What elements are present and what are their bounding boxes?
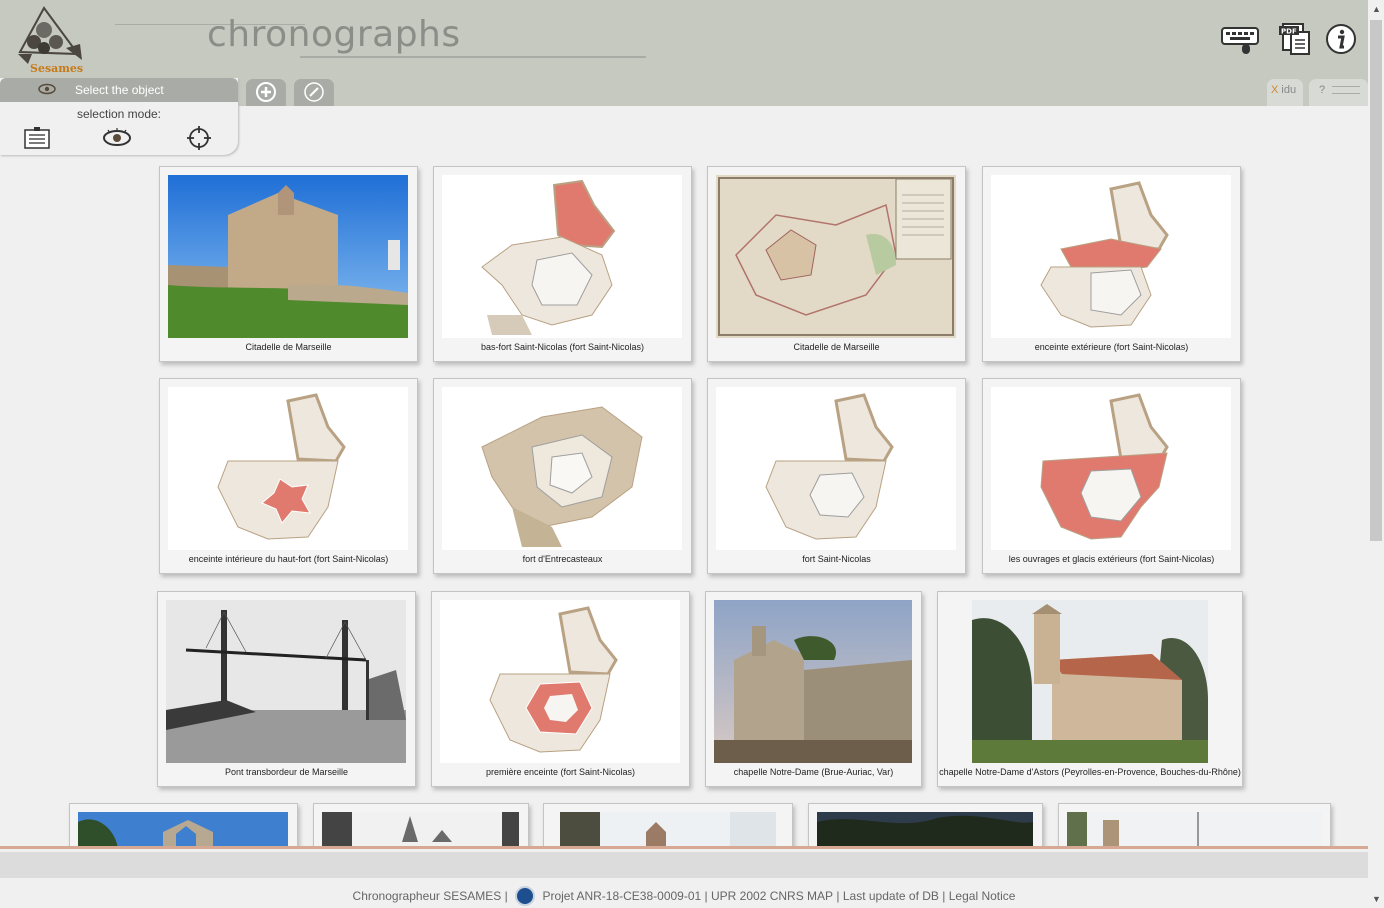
card-thumbnail bbox=[714, 600, 912, 763]
card-thumbnail bbox=[560, 812, 776, 846]
card-thumbnail bbox=[78, 812, 288, 846]
card-caption: enceinte extérieure (fort Saint-Nicolas) bbox=[1034, 342, 1189, 352]
object-card[interactable]: Citadelle de Marseille bbox=[707, 166, 966, 362]
card-caption: les ouvrages et glacis extérieurs (fort … bbox=[1008, 554, 1215, 564]
footer-separator: | bbox=[836, 889, 840, 903]
card-caption: fort d'Entrecasteaux bbox=[522, 554, 603, 564]
anr-logo-icon[interactable] bbox=[515, 886, 536, 906]
card-caption: Pont transbordeur de Marseille bbox=[224, 767, 349, 777]
footer-legal-link[interactable]: Legal Notice bbox=[949, 889, 1016, 903]
object-card[interactable] bbox=[313, 803, 529, 846]
card-thumbnail bbox=[168, 175, 408, 338]
card-thumbnail bbox=[817, 812, 1033, 846]
card-thumbnail bbox=[972, 600, 1208, 763]
close-user-icon[interactable]: X bbox=[1271, 84, 1278, 96]
card-caption: enceinte intérieure du haut-fort (fort S… bbox=[188, 554, 389, 564]
footer-upr-link[interactable]: UPR 2002 CNRS MAP bbox=[711, 889, 833, 903]
svg-text:PDF: PDF bbox=[1281, 28, 1297, 36]
card-caption: chapelle Notre-Dame d'Astors (Peyrolles-… bbox=[939, 767, 1241, 777]
object-card[interactable] bbox=[543, 803, 793, 846]
card-thumbnail bbox=[991, 175, 1231, 338]
scrollbar-thumb[interactable] bbox=[1370, 20, 1382, 541]
info-icon[interactable] bbox=[1324, 22, 1364, 56]
object-card[interactable]: enceinte intérieure du haut-fort (fort S… bbox=[159, 378, 418, 574]
footer-separator: | bbox=[704, 889, 708, 903]
object-card[interactable]: première enceinte (fort Saint-Nicolas) bbox=[431, 591, 690, 787]
scroll-up-icon[interactable]: ▲ bbox=[1372, 4, 1381, 14]
add-tab-button[interactable] bbox=[246, 79, 286, 106]
page-title: chronographs bbox=[207, 14, 461, 55]
sesames-logo[interactable]: Sesames bbox=[8, 4, 92, 76]
card-thumbnail bbox=[168, 387, 408, 550]
edit-tab-button[interactable] bbox=[294, 79, 334, 106]
user-label: idu bbox=[1281, 84, 1297, 96]
user-tab[interactable]: X idu bbox=[1267, 79, 1303, 106]
card-thumbnail bbox=[1067, 812, 1322, 846]
card-caption: Citadelle de Marseille bbox=[245, 342, 332, 352]
object-card[interactable]: Citadelle de Marseille bbox=[159, 166, 418, 362]
object-card[interactable] bbox=[808, 803, 1043, 846]
object-card[interactable]: les ouvrages et glacis extérieurs (fort … bbox=[982, 378, 1241, 574]
logo-text: Sesames bbox=[30, 62, 84, 75]
keyboard-icon[interactable] bbox=[1220, 22, 1260, 56]
pdf-icon[interactable]: PDF bbox=[1277, 22, 1317, 56]
footer-divider bbox=[0, 846, 1368, 849]
scroll-down-icon[interactable]: ▼ bbox=[1372, 894, 1381, 904]
card-thumbnail bbox=[442, 175, 682, 338]
object-card[interactable]: chapelle Notre-Dame (Brue-Auriac, Var) bbox=[705, 591, 922, 787]
eye-icon bbox=[38, 83, 56, 98]
footer-app-name: Chronographeur SESAMES bbox=[352, 889, 502, 903]
card-thumbnail bbox=[716, 387, 956, 550]
object-card[interactable]: Pont transbordeur de Marseille bbox=[157, 591, 416, 787]
select-object-label: Select the object bbox=[75, 83, 164, 97]
select-object-tab[interactable]: Select the object bbox=[0, 78, 238, 102]
card-caption: Citadelle de Marseille bbox=[793, 342, 880, 352]
card-caption: première enceinte (fort Saint-Nicolas) bbox=[485, 767, 636, 777]
footer-project-link[interactable]: Projet ANR-18-CE38-0009-01 bbox=[542, 889, 701, 903]
menu-lines-icon bbox=[1332, 86, 1361, 95]
card-thumbnail bbox=[442, 387, 682, 550]
object-card[interactable]: fort d'Entrecasteaux bbox=[433, 378, 692, 574]
footer-last-update-link[interactable]: Last update of DB bbox=[843, 889, 939, 903]
object-card[interactable]: fort Saint-Nicolas bbox=[707, 378, 966, 574]
footer-separator: | bbox=[942, 889, 946, 903]
card-caption: fort Saint-Nicolas bbox=[802, 554, 871, 564]
help-tab[interactable]: ? bbox=[1309, 79, 1368, 106]
card-thumbnail bbox=[991, 387, 1231, 550]
card-thumbnail bbox=[716, 175, 956, 338]
card-caption: chapelle Notre-Dame (Brue-Auriac, Var) bbox=[733, 767, 894, 777]
footer: Chronographeur SESAMES | Projet ANR-18-C… bbox=[0, 886, 1368, 906]
title-underline bbox=[300, 56, 646, 58]
vertical-scrollbar[interactable]: ▲ ▼ bbox=[1368, 0, 1384, 908]
object-card[interactable]: bas-fort Saint-Nicolas (fort Saint-Nicol… bbox=[433, 166, 692, 362]
object-card[interactable] bbox=[69, 803, 298, 846]
card-caption: bas-fort Saint-Nicolas (fort Saint-Nicol… bbox=[480, 342, 645, 352]
object-gallery: Citadelle de Marseille bas-fort Saint-Ni… bbox=[0, 106, 1368, 846]
object-card[interactable]: chapelle Notre-Dame d'Astors (Peyrolles-… bbox=[937, 591, 1243, 787]
card-thumbnail bbox=[166, 600, 406, 763]
card-thumbnail bbox=[440, 600, 680, 763]
footer-bar bbox=[0, 852, 1368, 878]
footer-separator: | bbox=[504, 889, 508, 903]
object-card[interactable] bbox=[1058, 803, 1331, 846]
help-label: ? bbox=[1319, 84, 1326, 96]
card-thumbnail bbox=[322, 812, 519, 846]
object-card[interactable]: enceinte extérieure (fort Saint-Nicolas) bbox=[982, 166, 1241, 362]
